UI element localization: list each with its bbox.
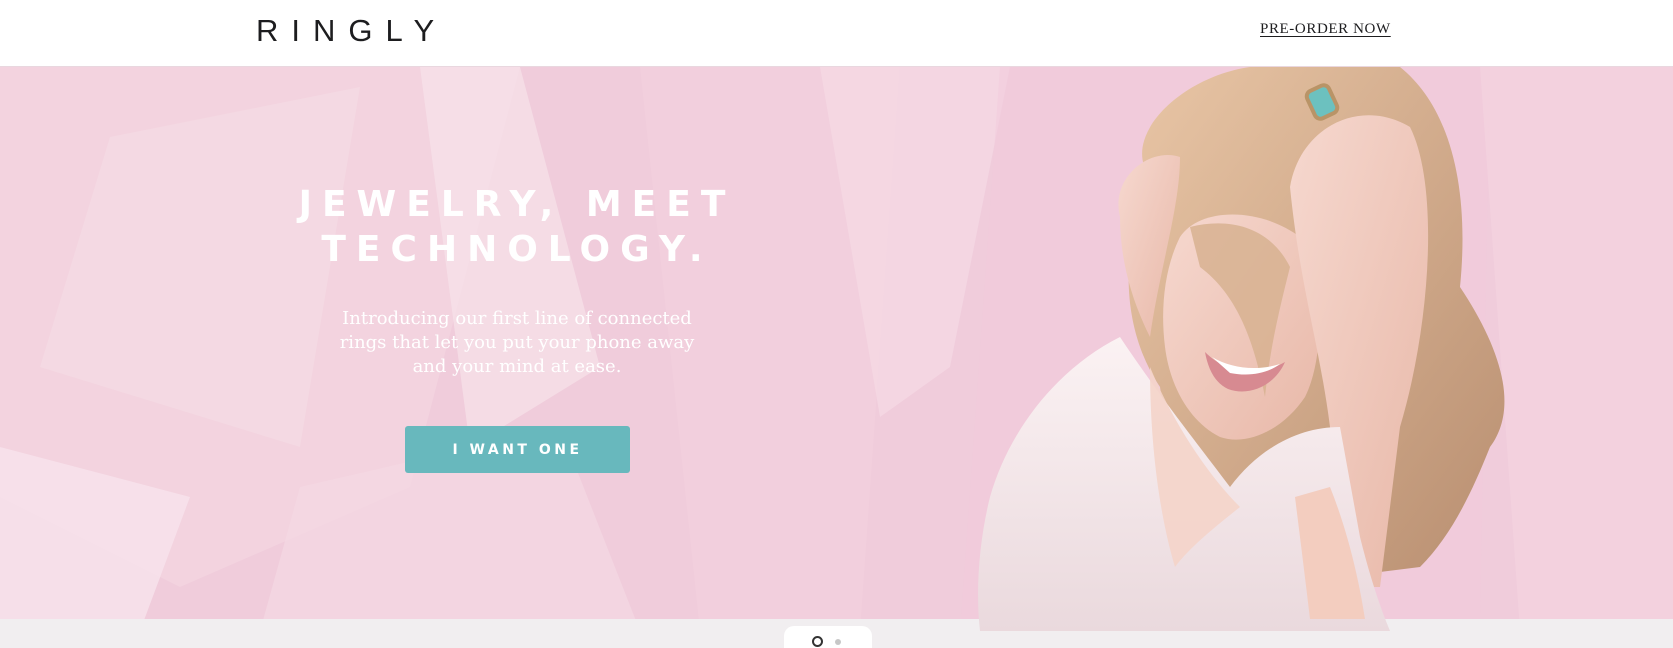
top-navigation-bar: RINGLY PRE-ORDER NOW — [0, 0, 1673, 67]
hero-headline-line-1: JEWELRY, MEET — [298, 184, 736, 225]
hero-subtitle-line-1: Introducing our first line of connected — [342, 308, 692, 329]
carousel-dot-2[interactable] — [835, 639, 841, 645]
hero-subtitle-line-3: and your mind at ease. — [412, 356, 622, 377]
carousel-dot-1-active[interactable] — [812, 636, 823, 647]
i-want-one-button[interactable]: I WANT ONE — [405, 426, 630, 473]
hero-subtitle-line-2: rings that let you put your phone away — [339, 332, 695, 353]
hero-background-image — [0, 67, 1673, 631]
carousel-indicator-tab — [784, 626, 872, 648]
hero-headline-line-2: TECHNOLOGY. — [321, 229, 713, 270]
preorder-now-link[interactable]: PRE-ORDER NOW — [1260, 21, 1391, 38]
hero-headline: JEWELRY, MEET TECHNOLOGY. — [230, 182, 804, 272]
hero-subtitle: Introducing our first line of connected … — [317, 307, 717, 379]
hero-banner: JEWELRY, MEET TECHNOLOGY. Introducing ou… — [0, 67, 1673, 631]
ringly-logo[interactable]: RINGLY — [256, 13, 447, 49]
